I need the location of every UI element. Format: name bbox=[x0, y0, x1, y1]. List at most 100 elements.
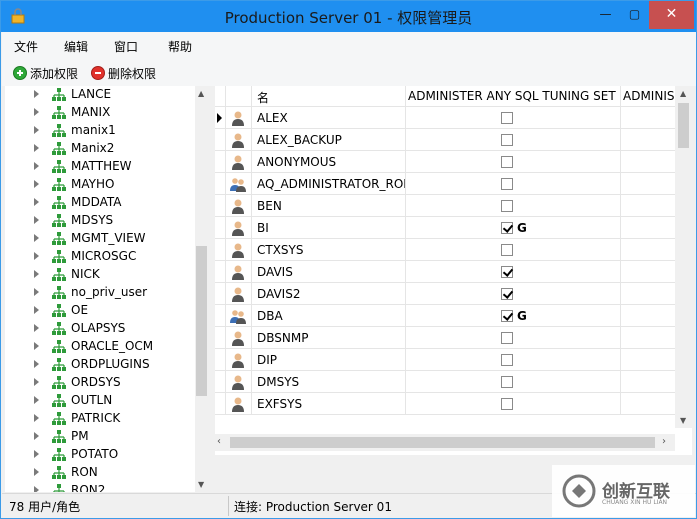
row-indicator[interactable] bbox=[215, 217, 225, 239]
tree-item[interactable]: MANIX bbox=[5, 104, 195, 122]
table-row[interactable]: DIP bbox=[215, 349, 675, 371]
column-name[interactable]: 名 bbox=[257, 89, 269, 106]
tree-item[interactable]: RON2 bbox=[5, 482, 195, 492]
tree-item[interactable]: MAYHO bbox=[5, 176, 195, 194]
permission-checkbox[interactable] bbox=[501, 156, 513, 168]
add-permission-button[interactable]: 添加权限 bbox=[13, 64, 78, 82]
grid-vertical-scrollbar[interactable]: ▲ ▼ bbox=[675, 86, 692, 428]
row-indicator[interactable] bbox=[215, 129, 225, 151]
scroll-left-icon[interactable]: ‹ bbox=[217, 436, 221, 447]
tree-item[interactable]: MDSYS bbox=[5, 212, 195, 230]
tree-item[interactable]: manix1 bbox=[5, 122, 195, 140]
table-row[interactable]: BEN bbox=[215, 195, 675, 217]
tree-item[interactable]: RON bbox=[5, 464, 195, 482]
expand-arrow-icon[interactable] bbox=[34, 288, 39, 296]
grid-vertical-scroll-thumb[interactable] bbox=[678, 103, 689, 148]
column-adminis[interactable]: ADMINIS bbox=[623, 89, 674, 103]
row-indicator[interactable] bbox=[215, 349, 225, 371]
table-row[interactable]: BI G bbox=[215, 217, 675, 239]
tree-item[interactable]: NICK bbox=[5, 266, 195, 284]
expand-arrow-icon[interactable] bbox=[34, 216, 39, 224]
table-row[interactable]: ANONYMOUS bbox=[215, 151, 675, 173]
close-button[interactable]: ✕ bbox=[649, 1, 694, 29]
expand-arrow-icon[interactable] bbox=[34, 468, 39, 476]
menu-edit[interactable]: 编辑 bbox=[64, 38, 88, 55]
tree-item[interactable]: LANCE bbox=[5, 86, 195, 104]
expand-arrow-icon[interactable] bbox=[34, 270, 39, 278]
tree-item[interactable]: MICROSGC bbox=[5, 248, 195, 266]
row-indicator[interactable] bbox=[215, 173, 225, 195]
tree-item[interactable]: ORDPLUGINS bbox=[5, 356, 195, 374]
permission-checkbox[interactable] bbox=[501, 332, 513, 344]
expand-arrow-icon[interactable] bbox=[34, 450, 39, 458]
permission-checkbox[interactable] bbox=[501, 112, 513, 124]
scroll-down-icon[interactable]: ▼ bbox=[198, 480, 204, 489]
tree-scrollbar[interactable]: ▲ ▼ bbox=[195, 86, 208, 492]
expand-arrow-icon[interactable] bbox=[34, 162, 39, 170]
column-administer-any-sql-tuning-set[interactable]: ADMINISTER ANY SQL TUNING SET bbox=[408, 89, 616, 103]
scroll-up-icon[interactable]: ▲ bbox=[680, 89, 686, 98]
maximize-button[interactable]: ▢ bbox=[620, 1, 649, 29]
tree-item[interactable]: no_priv_user bbox=[5, 284, 195, 302]
expand-arrow-icon[interactable] bbox=[34, 108, 39, 116]
table-row[interactable]: CTXSYS bbox=[215, 239, 675, 261]
table-row[interactable]: ALEX_BACKUP bbox=[215, 129, 675, 151]
table-row[interactable]: DBSNMP bbox=[215, 327, 675, 349]
table-row[interactable]: DAVIS2 bbox=[215, 283, 675, 305]
row-indicator[interactable] bbox=[215, 393, 225, 415]
row-indicator[interactable] bbox=[215, 371, 225, 393]
menu-help[interactable]: 帮助 bbox=[168, 38, 192, 55]
scroll-down-icon[interactable]: ▼ bbox=[680, 416, 686, 425]
grid-horizontal-scrollbar[interactable]: ‹ › bbox=[215, 434, 675, 451]
expand-arrow-icon[interactable] bbox=[34, 414, 39, 422]
tree-item[interactable]: Manix2 bbox=[5, 140, 195, 158]
table-row[interactable]: DMSYS bbox=[215, 371, 675, 393]
permission-checkbox[interactable] bbox=[501, 244, 513, 256]
permission-checkbox[interactable] bbox=[501, 310, 513, 322]
tree-item[interactable]: OLAPSYS bbox=[5, 320, 195, 338]
permission-checkbox[interactable] bbox=[501, 222, 513, 234]
expand-arrow-icon[interactable] bbox=[34, 360, 39, 368]
expand-arrow-icon[interactable] bbox=[34, 378, 39, 386]
expand-arrow-icon[interactable] bbox=[34, 306, 39, 314]
row-indicator[interactable] bbox=[215, 261, 225, 283]
minimize-button[interactable]: — bbox=[591, 1, 620, 29]
tree-item[interactable]: PM bbox=[5, 428, 195, 446]
permission-checkbox[interactable] bbox=[501, 200, 513, 212]
menu-file[interactable]: 文件 bbox=[14, 38, 38, 55]
row-indicator[interactable] bbox=[215, 195, 225, 217]
expand-arrow-icon[interactable] bbox=[34, 252, 39, 260]
tree-item[interactable]: OE bbox=[5, 302, 195, 320]
expand-arrow-icon[interactable] bbox=[34, 342, 39, 350]
grid-horizontal-scroll-thumb[interactable] bbox=[230, 437, 655, 448]
expand-arrow-icon[interactable] bbox=[34, 486, 39, 492]
expand-arrow-icon[interactable] bbox=[34, 198, 39, 206]
tree-item[interactable]: MGMT_VIEW bbox=[5, 230, 195, 248]
tree-item[interactable]: ORDSYS bbox=[5, 374, 195, 392]
tree-item[interactable]: PATRICK bbox=[5, 410, 195, 428]
row-indicator[interactable] bbox=[215, 327, 225, 349]
table-row[interactable]: AQ_ADMINISTRATOR_ROLE bbox=[215, 173, 675, 195]
permission-checkbox[interactable] bbox=[501, 376, 513, 388]
tree-scroll-thumb[interactable] bbox=[196, 246, 207, 396]
table-row[interactable]: ALEX bbox=[215, 107, 675, 129]
tree-item[interactable]: OUTLN bbox=[5, 392, 195, 410]
row-indicator[interactable] bbox=[215, 239, 225, 261]
permission-checkbox[interactable] bbox=[501, 134, 513, 146]
row-indicator[interactable] bbox=[215, 151, 225, 173]
expand-arrow-icon[interactable] bbox=[34, 180, 39, 188]
user-tree[interactable]: LANCE MANIX manix1 Manix2 MATTHEW MAYHO MDDATA… bbox=[5, 86, 208, 492]
tree-item[interactable]: POTATO bbox=[5, 446, 195, 464]
row-indicator[interactable] bbox=[215, 305, 225, 327]
permission-checkbox[interactable] bbox=[501, 178, 513, 190]
permission-checkbox[interactable] bbox=[501, 398, 513, 410]
permission-checkbox[interactable] bbox=[501, 354, 513, 366]
expand-arrow-icon[interactable] bbox=[34, 234, 39, 242]
menu-window[interactable]: 窗口 bbox=[114, 38, 138, 55]
expand-arrow-icon[interactable] bbox=[34, 144, 39, 152]
permission-checkbox[interactable] bbox=[501, 266, 513, 278]
permission-checkbox[interactable] bbox=[501, 288, 513, 300]
tree-item[interactable]: ORACLE_OCM bbox=[5, 338, 195, 356]
tree-item[interactable]: MATTHEW bbox=[5, 158, 195, 176]
table-row[interactable]: EXFSYS bbox=[215, 393, 675, 415]
